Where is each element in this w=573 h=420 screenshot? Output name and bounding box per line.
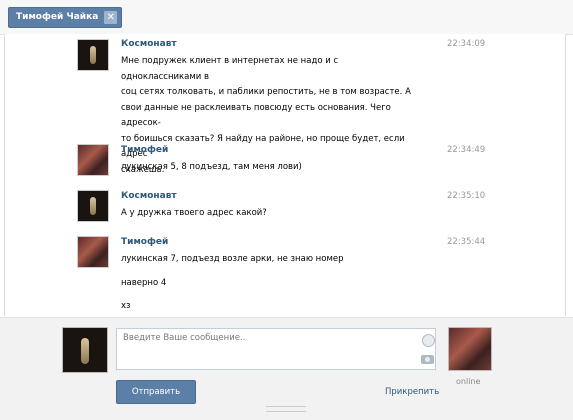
smile-icon[interactable] bbox=[422, 334, 435, 347]
send-button[interactable]: Отправить bbox=[116, 380, 196, 404]
message-author[interactable]: Космонавт bbox=[121, 39, 177, 49]
astronaut-figure bbox=[81, 338, 89, 364]
message-line: соц сетях толковать, и паблики репостить… bbox=[121, 87, 411, 97]
message-author[interactable]: Тимофей bbox=[121, 237, 168, 247]
message-gap bbox=[121, 268, 421, 276]
message-text: А у дружка твоего адрес какой? bbox=[121, 206, 421, 222]
chat-tab[interactable]: Тимофей Чайка ✕ bbox=[8, 7, 123, 28]
online-status: online bbox=[456, 377, 481, 386]
message-line: лукинская 5, 8 подъезд, там меня лови) bbox=[121, 162, 302, 172]
camera-icon[interactable] bbox=[421, 355, 434, 364]
message-line: свои данные не расклеивать повсюду есть … bbox=[121, 102, 391, 129]
tab-bar: Тимофей Чайка ✕ bbox=[0, 0, 573, 35]
avatar[interactable] bbox=[77, 190, 109, 222]
message-line: наверно 4 bbox=[121, 277, 167, 288]
message-line: хз bbox=[121, 301, 131, 311]
avatar[interactable] bbox=[77, 39, 109, 71]
attach-link[interactable]: Прикрепить bbox=[385, 387, 439, 397]
message-author[interactable]: Космонавт bbox=[121, 191, 177, 201]
partner-avatar[interactable] bbox=[448, 327, 492, 371]
message-input[interactable]: Введите Ваше сообщение.. bbox=[116, 328, 436, 370]
chat-tab-title[interactable]: Тимофей Чайка bbox=[16, 8, 98, 27]
message-time: 22:34:49 bbox=[447, 145, 486, 155]
message-time: 22:35:44 bbox=[447, 237, 486, 247]
message-author[interactable]: Тимофей bbox=[121, 145, 168, 155]
scrollbar[interactable] bbox=[561, 34, 565, 316]
message-text: лукинская 5, 8 подъезд, там меня лови) bbox=[121, 160, 421, 176]
avatar[interactable] bbox=[77, 144, 109, 176]
message-gap bbox=[121, 291, 421, 299]
astronaut-figure bbox=[90, 46, 96, 64]
message-time: 22:35:10 bbox=[447, 191, 486, 201]
message-line: Мне подружек клиент в интернетах не надо… bbox=[121, 56, 339, 82]
close-icon[interactable]: ✕ bbox=[104, 11, 118, 24]
resize-handle[interactable] bbox=[266, 406, 306, 412]
message-time: 22:34:09 bbox=[447, 39, 486, 49]
message-line: лукинская 7, подъезд возле арки, не знаю… bbox=[121, 254, 344, 264]
avatar[interactable] bbox=[77, 236, 109, 268]
message-history[interactable]: Космонавт 22:34:09 Мне подружек клиент в… bbox=[4, 34, 566, 316]
my-avatar[interactable] bbox=[62, 327, 108, 373]
message-text: лукинская 7, подъезд возле арки, не знаю… bbox=[121, 252, 421, 315]
message-line: А у дружка твоего адрес какой? bbox=[121, 208, 267, 218]
composer: Введите Ваше сообщение.. online Отправит… bbox=[0, 317, 573, 420]
astronaut-figure bbox=[90, 197, 96, 215]
